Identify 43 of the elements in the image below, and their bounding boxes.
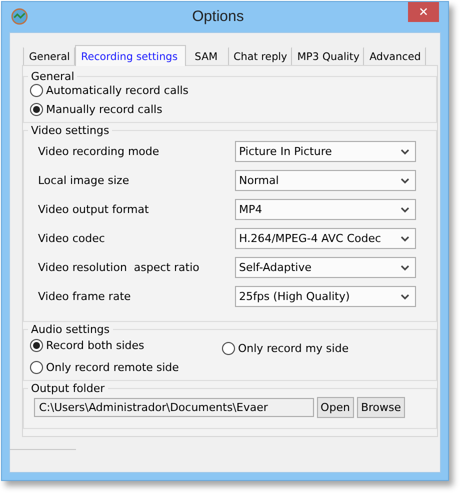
chevron-down-icon: [401, 264, 409, 270]
radio-option[interactable]: Only record remote side: [30, 361, 222, 374]
group-title: Audio settings: [30, 323, 111, 336]
field-label: Video codec: [38, 232, 106, 245]
close-button[interactable]: ✕: [408, 2, 439, 22]
radio-button[interactable]: [30, 361, 43, 374]
radio-button[interactable]: [30, 84, 43, 97]
chevron-down-icon: [401, 148, 409, 154]
chevron-down-icon: [401, 178, 409, 184]
path-field[interactable]: C:\Users\Administrador\Documents\Evaer: [34, 398, 314, 417]
radio-button[interactable]: [222, 342, 235, 355]
field-label: Video resolution aspect ratio: [38, 261, 200, 274]
chevron-down-icon: [401, 236, 409, 242]
radio-option[interactable]: Manually record calls: [30, 103, 430, 116]
dropdown[interactable]: H.264/MPEG-4 AVC Codec: [235, 228, 416, 249]
radio-label: Only record my side: [238, 342, 349, 355]
open-button[interactable]: Open: [316, 397, 354, 418]
radio-button[interactable]: [30, 339, 43, 352]
radio-label: Only record remote side: [46, 361, 179, 374]
field-label: Video recording mode: [38, 145, 160, 158]
radio-label: Automatically record calls: [46, 84, 189, 97]
browse-button[interactable]: Browse: [356, 397, 405, 418]
window-title: Options: [191, 8, 245, 25]
field-label: Video frame rate: [38, 290, 132, 303]
field-label: Local image size: [38, 174, 130, 187]
radio-button[interactable]: [30, 103, 43, 116]
dropdown[interactable]: MP4: [235, 199, 416, 220]
group-title: Output folder: [30, 382, 106, 395]
field-label: Video output format: [38, 203, 150, 216]
radio-option[interactable]: Automatically record calls: [30, 84, 430, 97]
group-title: General: [30, 70, 76, 83]
dropdown[interactable]: Normal: [235, 170, 416, 191]
radio-option[interactable]: Record both sides: [30, 336, 222, 355]
dropdown[interactable]: Self-Adaptive: [235, 257, 416, 278]
group-title: Video settings: [30, 124, 110, 137]
chevron-down-icon: [401, 294, 409, 300]
dropdown[interactable]: Picture In Picture: [235, 141, 416, 162]
radio-option[interactable]: Only record my side: [222, 342, 430, 355]
radio-label: Record both sides: [46, 339, 144, 352]
tab[interactable]: Recording settings: [74, 45, 186, 66]
radio-label: Manually record calls: [46, 103, 162, 116]
chevron-down-icon: [401, 206, 409, 212]
dropdown[interactable]: 25fps (High Quality): [235, 286, 416, 307]
